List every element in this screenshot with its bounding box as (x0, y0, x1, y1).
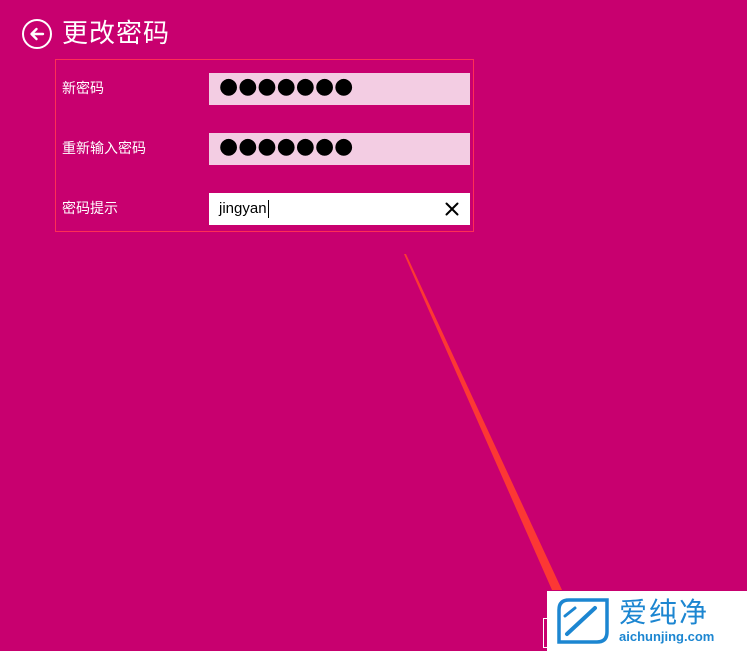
watermark-url: aichunjing.com (619, 629, 715, 644)
watermark-name: 爱纯净 (619, 596, 710, 629)
annotation-pointer-line (404, 254, 562, 590)
watermark-emblem-icon (557, 598, 609, 644)
watermark-logo: 爱纯净 aichunjing.com (547, 591, 747, 651)
